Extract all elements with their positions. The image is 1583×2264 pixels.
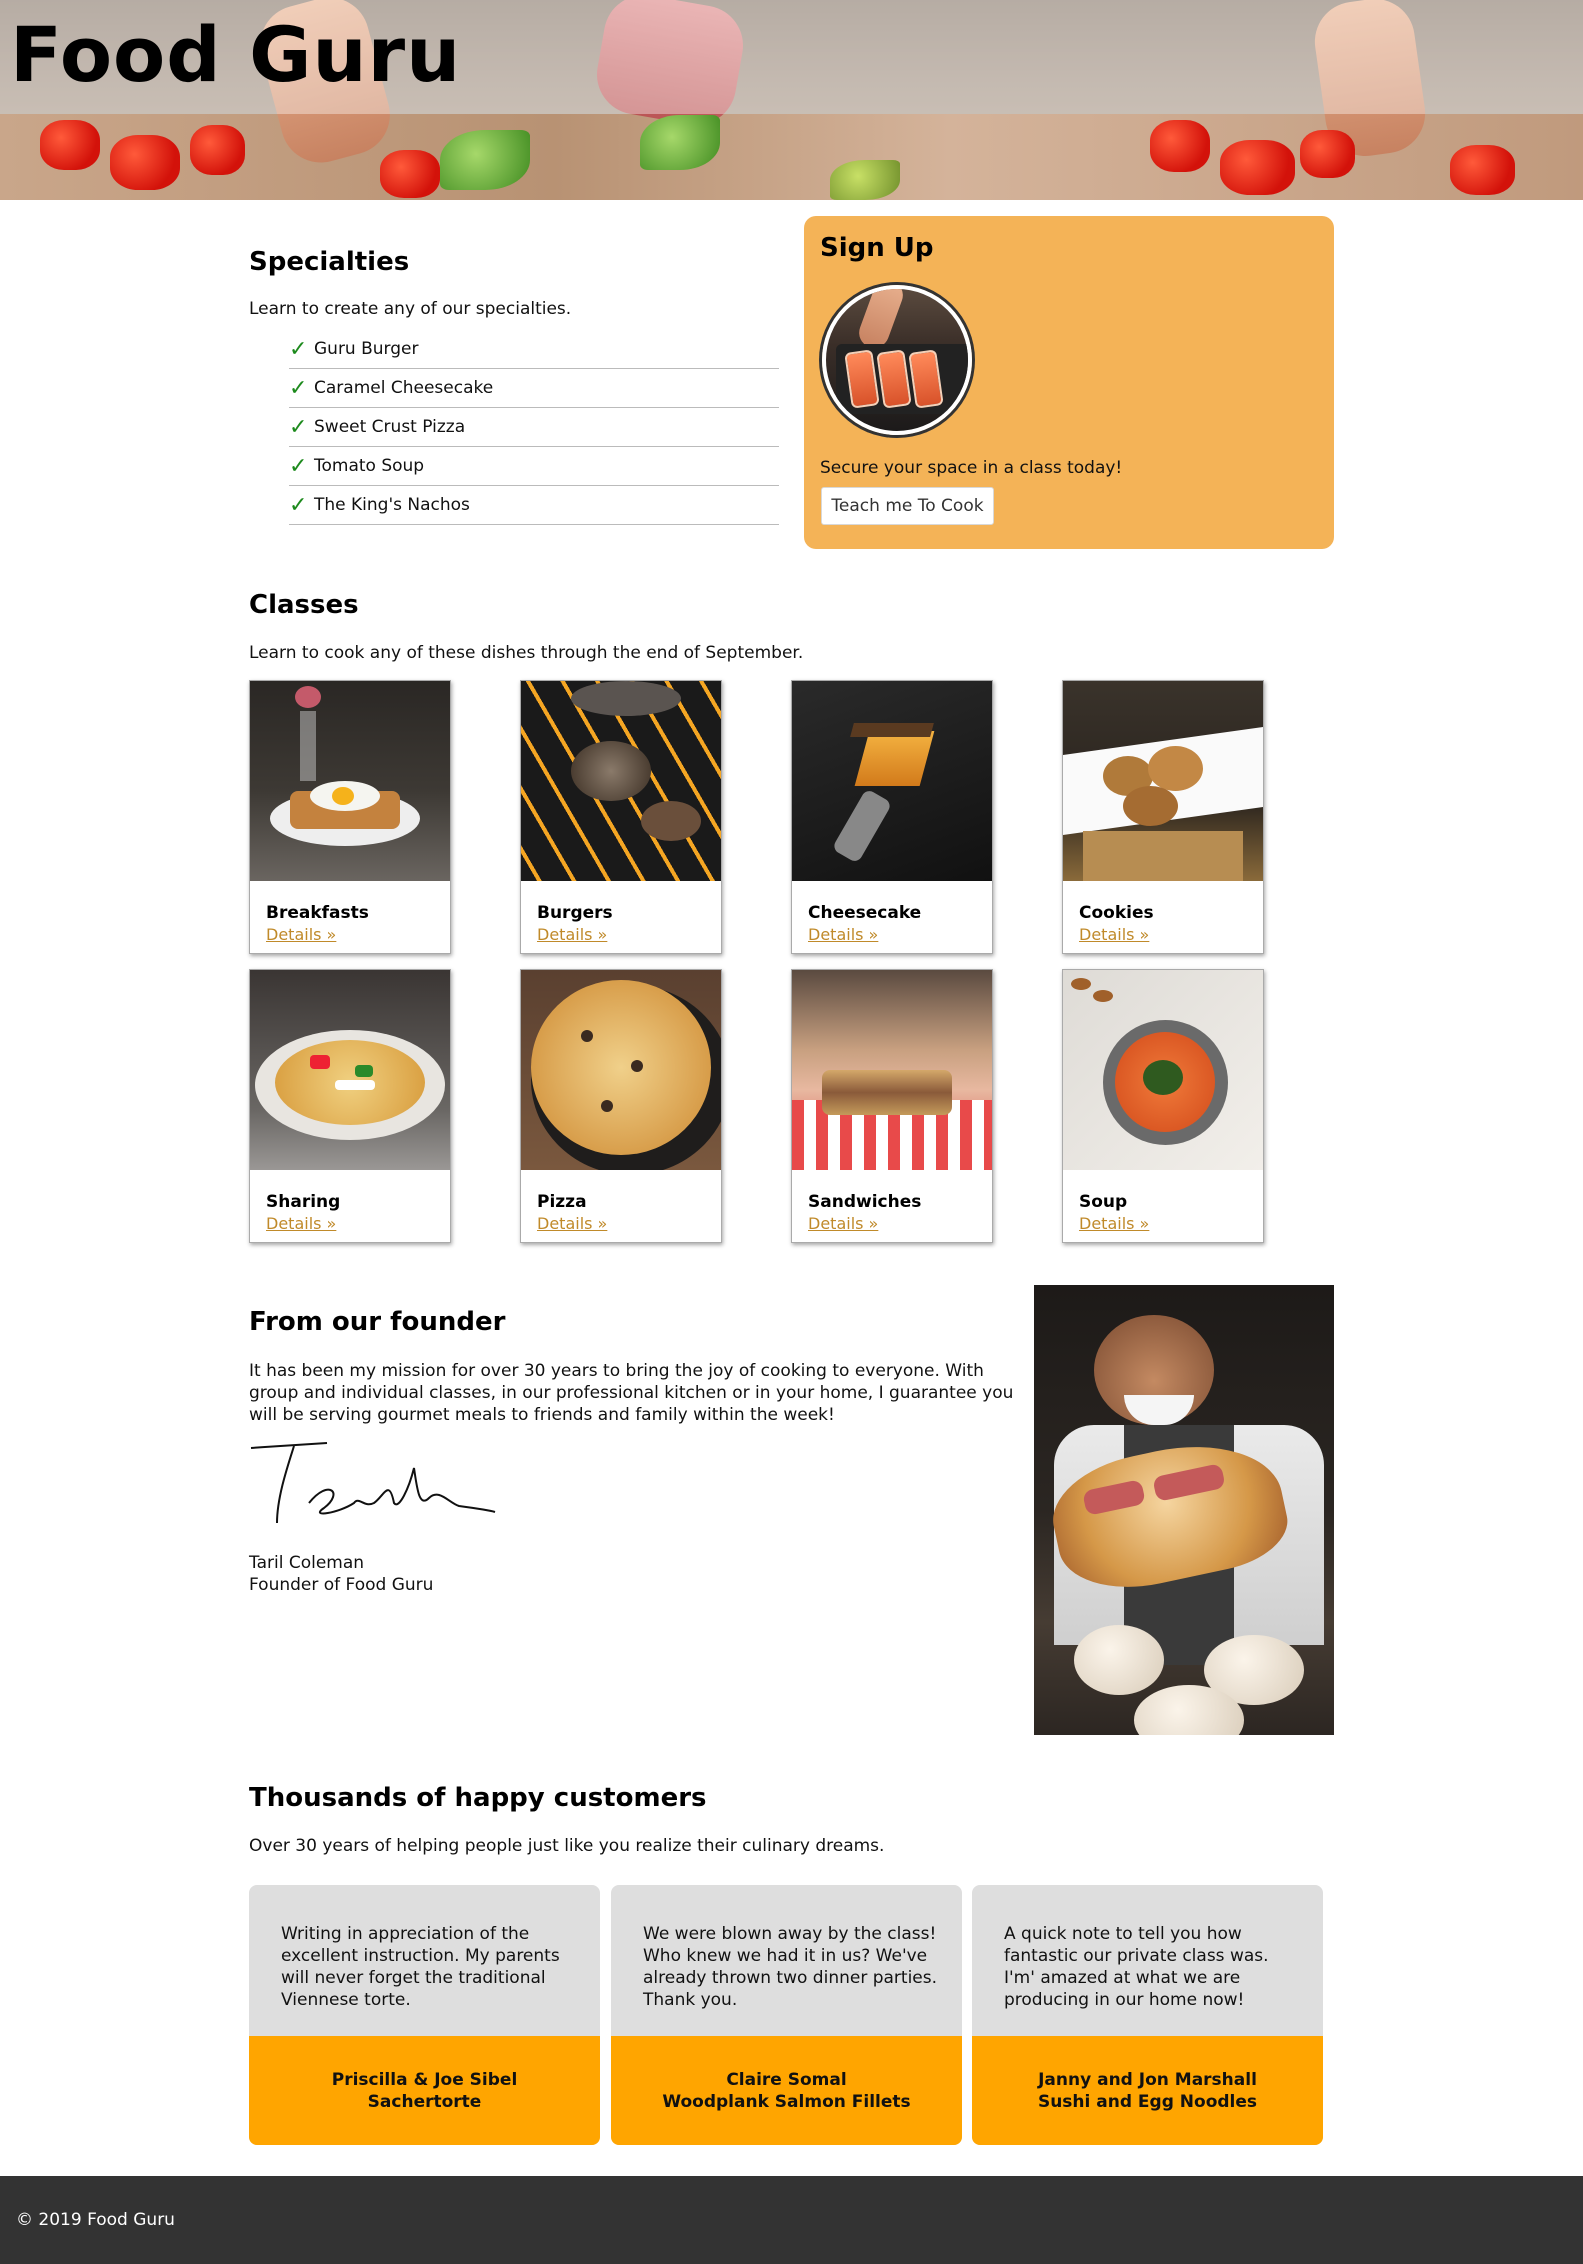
class-card-breakfasts[interactable]: Breakfasts Details » — [249, 680, 451, 954]
class-title: Sandwiches — [808, 1192, 922, 1212]
specialties-heading: Specialties — [249, 247, 410, 277]
site-title: Food Guru — [10, 10, 462, 99]
details-link[interactable]: Details » — [808, 925, 878, 944]
testimonial-quote: Writing in appreciation of the excellent… — [281, 1924, 560, 2010]
signup-heading: Sign Up — [820, 233, 934, 263]
testimonial-quote: A quick note to tell you how fantastic o… — [1004, 1924, 1269, 2010]
checkmark-icon: ✓ — [289, 414, 308, 440]
class-title: Pizza — [537, 1192, 587, 1212]
class-card-sandwiches[interactable]: Sandwiches Details » — [791, 969, 993, 1243]
customers-intro: Over 30 years of helping people just lik… — [249, 1836, 885, 1856]
testimonial-footer: Priscilla & Joe Sibel Sachertorte — [249, 2036, 600, 2145]
testimonial-card: We were blown away by the class! Who kne… — [611, 1885, 962, 2145]
testimonial-name: Claire Somal — [726, 2069, 847, 2090]
class-card-cheesecake[interactable]: Cheesecake Details » — [791, 680, 993, 954]
details-link[interactable]: Details » — [537, 1214, 607, 1233]
founder-photo — [1034, 1285, 1334, 1735]
class-title: Burgers — [537, 903, 613, 923]
class-title: Breakfasts — [266, 903, 369, 923]
details-link[interactable]: Details » — [266, 1214, 336, 1233]
founder-text: It has been my mission for over 30 years… — [249, 1361, 1014, 1425]
testimonial-footer: Claire Somal Woodplank Salmon Fillets — [611, 2036, 962, 2145]
testimonial-name: Priscilla & Joe Sibel — [331, 2069, 518, 2090]
sandwich-image — [792, 970, 992, 1170]
list-item: ✓ Sweet Crust Pizza — [289, 408, 779, 447]
list-item: ✓ Caramel Cheesecake — [289, 369, 779, 408]
details-link[interactable]: Details » — [1079, 925, 1149, 944]
list-item-label: Guru Burger — [314, 339, 419, 359]
checkmark-icon: ✓ — [289, 492, 308, 518]
details-link[interactable]: Details » — [537, 925, 607, 944]
checkmark-icon: ✓ — [289, 336, 308, 362]
classes-heading: Classes — [249, 590, 359, 620]
cookies-image — [1063, 681, 1263, 881]
footer-copyright: © 2019 Food Guru — [16, 2210, 175, 2230]
testimonial-footer: Janny and Jon Marshall Sushi and Egg Noo… — [972, 2036, 1323, 2145]
list-item-label: Caramel Cheesecake — [314, 378, 494, 398]
burger-grill-image — [521, 681, 721, 881]
class-title: Soup — [1079, 1192, 1128, 1212]
testimonial-card: Writing in appreciation of the excellent… — [249, 1885, 600, 2145]
details-link[interactable]: Details » — [808, 1214, 878, 1233]
testimonial-dish: Sushi and Egg Noodles — [1037, 2091, 1258, 2112]
class-card-sharing[interactable]: Sharing Details » — [249, 969, 451, 1243]
customers-heading: Thousands of happy customers — [249, 1783, 707, 1813]
cheesecake-image — [792, 681, 992, 881]
list-item-label: The King's Nachos — [314, 495, 470, 515]
list-item-label: Tomato Soup — [314, 456, 425, 476]
founder-signature — [250, 1442, 496, 1524]
list-item-label: Sweet Crust Pizza — [314, 417, 466, 437]
founder-name: Taril Coleman — [249, 1553, 365, 1573]
details-link[interactable]: Details » — [1079, 1214, 1149, 1233]
signup-salmon-image — [822, 285, 972, 435]
class-card-cookies[interactable]: Cookies Details » — [1062, 680, 1264, 954]
class-card-soup[interactable]: Soup Details » — [1062, 969, 1264, 1243]
founder-role: Founder of Food Guru — [249, 1575, 434, 1595]
signup-text: Secure your space in a class today! — [820, 458, 1123, 478]
specialties-intro: Learn to create any of our specialties. — [249, 299, 572, 319]
class-title: Cheesecake — [808, 903, 922, 923]
testimonial-dish: Woodplank Salmon Fillets — [662, 2091, 911, 2112]
details-link[interactable]: Details » — [266, 925, 336, 944]
testimonial-name: Janny and Jon Marshall — [1038, 2069, 1257, 2090]
nachos-image — [250, 970, 450, 1170]
list-item: ✓ The King's Nachos — [289, 486, 779, 525]
class-title: Cookies — [1079, 903, 1154, 923]
class-card-pizza[interactable]: Pizza Details » — [520, 969, 722, 1243]
class-card-burgers[interactable]: Burgers Details » — [520, 680, 722, 954]
classes-intro: Learn to cook any of these dishes throug… — [249, 643, 804, 663]
specialties-list: ✓ Guru Burger ✓ Caramel Cheesecake ✓ Sweet … — [289, 330, 779, 525]
testimonial-quote: We were blown away by the class! Who kne… — [643, 1924, 938, 2010]
founder-heading: From our founder — [249, 1307, 506, 1337]
pizza-image — [521, 970, 721, 1170]
testimonial-dish: Sachertorte — [367, 2091, 482, 2112]
footer: © 2019 Food Guru — [0, 2176, 1583, 2264]
soup-image — [1063, 970, 1263, 1170]
teach-me-button[interactable]: Teach me To Cook — [821, 487, 994, 525]
class-title: Sharing — [266, 1192, 341, 1212]
breakfast-image — [250, 681, 450, 881]
checkmark-icon: ✓ — [289, 453, 308, 479]
testimonial-card: A quick note to tell you how fantastic o… — [972, 1885, 1323, 2145]
list-item: ✓ Tomato Soup — [289, 447, 779, 486]
list-item: ✓ Guru Burger — [289, 330, 779, 369]
hero-banner: Food Guru — [0, 0, 1583, 200]
checkmark-icon: ✓ — [289, 375, 308, 401]
